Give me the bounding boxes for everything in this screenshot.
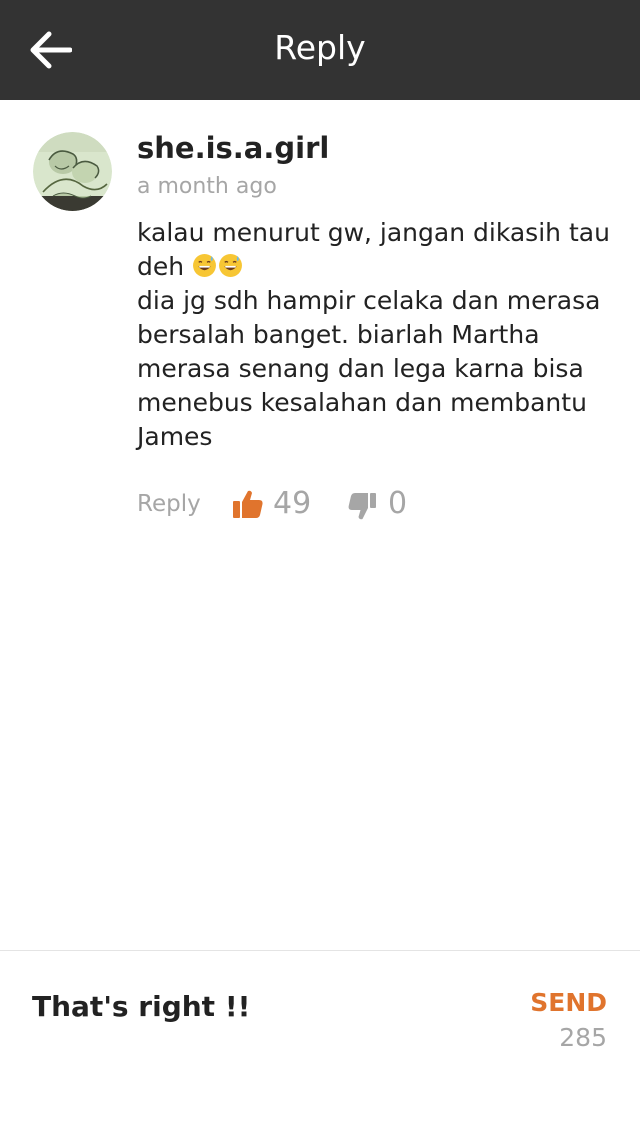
avatar[interactable]	[33, 132, 112, 211]
like-button[interactable]	[232, 488, 264, 520]
page-title: Reply	[274, 28, 366, 67]
user-avatar-drawing	[33, 132, 112, 211]
reply-input[interactable]	[30, 983, 500, 1029]
comment-actions: Reply 49 0	[137, 482, 557, 526]
comment-username[interactable]: she.is.a.girl	[137, 128, 329, 168]
reply-composer: SEND 285	[0, 950, 640, 1136]
grinning-sweat-emoji	[193, 254, 217, 277]
reply-button[interactable]: Reply	[137, 488, 201, 520]
comment-body-line: kalau menurut gw, jangan dikasih tau deh	[137, 216, 617, 284]
comment-body-line: dia jg sdh hampir celaka dan merasa bers…	[137, 286, 601, 451]
char-counter: 285	[559, 1023, 607, 1052]
dislike-count: 0	[388, 486, 408, 521]
comment-timestamp: a month ago	[137, 174, 277, 199]
grinning-sweat-emoji	[219, 254, 243, 277]
dislike-button[interactable]	[347, 492, 377, 522]
thumbs-down-icon	[348, 493, 376, 520]
comment-body: kalau menurut gw, jangan dikasih tau deh…	[137, 216, 617, 454]
app-header: Reply	[0, 0, 640, 100]
send-button[interactable]: SEND	[530, 985, 607, 1021]
like-count: 49	[273, 486, 312, 521]
thumbs-up-icon	[233, 490, 263, 518]
